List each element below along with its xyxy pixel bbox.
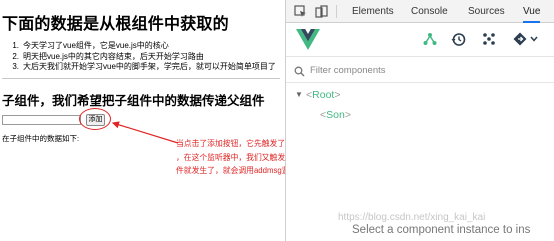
tab-console[interactable]: Console xyxy=(411,0,448,23)
tree-node-root[interactable]: ▼ <Root> xyxy=(286,86,554,106)
component-name: Root xyxy=(312,89,335,101)
divider xyxy=(2,78,280,79)
vue-logo-icon xyxy=(296,29,320,55)
component-name: Son xyxy=(326,109,345,121)
list-item: 1. 今天学习了vue组件，它是vue.js中的核心 xyxy=(12,41,169,50)
list-item: 3. 大后天我们就开始学习vue中的脚手架，学完后，就可以开始简单项目了 xyxy=(12,62,276,71)
filter-components-input[interactable] xyxy=(310,62,540,78)
component-tree-icon[interactable] xyxy=(421,30,439,48)
vuex-icon[interactable] xyxy=(480,30,498,48)
message-input[interactable] xyxy=(2,115,81,125)
tab-elements[interactable]: Elements xyxy=(352,0,394,23)
toolbar-separator xyxy=(336,5,337,18)
tab-sources[interactable]: Sources xyxy=(468,0,505,23)
expand-toggle-icon[interactable]: ▼ xyxy=(295,90,303,99)
received-data-label: 在子组件中的数据如下: xyxy=(2,134,80,143)
list-item: 2. 明天把vue.js中的其它内容结束，后天开始学习路由 xyxy=(12,51,204,61)
devtools-tabbar: Elements Console Sources Vue xyxy=(286,0,554,23)
search-icon xyxy=(294,64,305,82)
history-icon[interactable] xyxy=(449,30,467,48)
tree-node-son[interactable]: <Son> xyxy=(286,106,554,126)
devtools-panel: Elements Console Sources Vue ▼ <Root> xyxy=(285,0,554,241)
rendered-page: 下面的数据是从根组件中获取的 1. 今天学习了vue组件，它是vue.js中的核心… xyxy=(0,0,285,241)
component-tree: ▼ <Root> <Son> xyxy=(286,86,554,126)
device-toggle-icon[interactable] xyxy=(314,4,329,19)
vue-toolbar xyxy=(286,23,554,57)
filter-bar xyxy=(286,57,554,83)
page-title: 下面的数据是从根组件中获取的 xyxy=(2,16,229,33)
routing-icon[interactable] xyxy=(512,30,540,48)
tab-vue[interactable]: Vue xyxy=(523,0,541,23)
select-instance-hint: Select a component instance to ins xyxy=(352,224,531,236)
add-button[interactable]: 添加 xyxy=(86,114,105,126)
section-title: 子组件，我们希望把子组件中的数据传递父组件 xyxy=(2,94,265,108)
inspect-element-icon[interactable] xyxy=(293,4,308,19)
watermark: https://blog.csdn.net/xing_kai_kai xyxy=(338,212,486,223)
study-plan-list: 1. 今天学习了vue组件，它是vue.js中的核心 2. 明天把vue.js中的其… xyxy=(8,41,283,73)
